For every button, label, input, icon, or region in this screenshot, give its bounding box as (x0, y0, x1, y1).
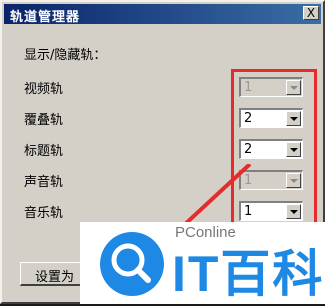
title-bar[interactable]: 轨道管理器 X (4, 4, 321, 25)
section-label: 显示/隐藏轨： (24, 48, 107, 63)
window-title: 轨道管理器 (10, 10, 81, 25)
track-label-video: 视频轨 (24, 82, 64, 97)
watermark-logo: PConline IT百科 (80, 222, 325, 304)
track-label-overlay: 覆叠轨 (24, 113, 64, 128)
close-button[interactable]: X (303, 6, 319, 20)
magnifier-icon (100, 232, 164, 296)
track-label-music: 音乐轨 (24, 206, 64, 221)
brand-large: IT百科 (172, 246, 325, 302)
track-label-voice: 声音轨 (24, 175, 64, 190)
track-label-title: 标题轨 (24, 144, 64, 159)
